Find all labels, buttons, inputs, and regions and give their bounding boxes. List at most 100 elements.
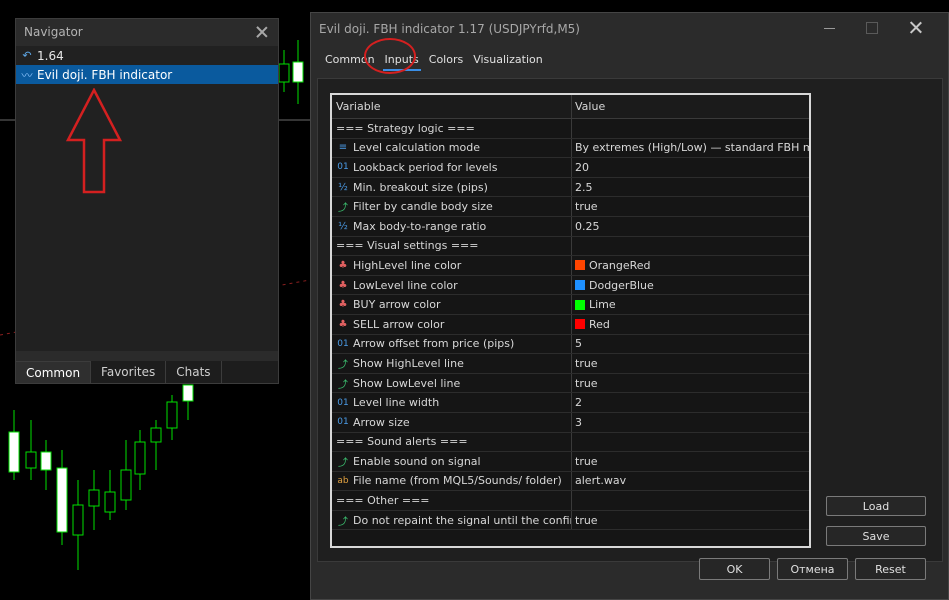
variable-cell: ≡ Level calculation mode	[332, 138, 572, 158]
tab-colors[interactable]: Colors	[427, 53, 465, 71]
integer-icon: 01	[337, 397, 349, 408]
navigator-title: Navigator	[24, 24, 83, 39]
value-cell[interactable]: true	[572, 197, 809, 216]
variable-label: Do not repaint the signal until the conf…	[353, 513, 571, 527]
close-icon[interactable]	[907, 19, 925, 37]
variable-cell: 01 Arrow size	[332, 412, 572, 432]
table-row[interactable]: 01 Lookback period for levels 20	[332, 158, 809, 178]
navigator-item-label: 1.64	[37, 48, 64, 63]
table-row[interactable]: ♣ BUY arrow color Lime	[332, 295, 809, 315]
table-row[interactable]: ♣ SELL arrow color Red	[332, 314, 809, 335]
variable-cell: ♣ HighLevel line color	[332, 256, 572, 275]
value-cell[interactable]: 20	[572, 158, 809, 177]
value-cell[interactable]: true	[572, 452, 809, 471]
value-cell[interactable]: OrangeRed	[572, 256, 809, 275]
integer-icon: 01	[337, 417, 349, 428]
color-icon: ♣	[338, 279, 348, 291]
value-label: true	[575, 513, 598, 527]
value-cell[interactable]: DodgerBlue	[572, 276, 809, 295]
double-icon: ½	[338, 181, 348, 193]
variable-cell: === Sound alerts ===	[332, 432, 572, 452]
table-row[interactable]: ⤴ Show LowLevel line true	[332, 373, 809, 394]
table-row[interactable]: ½ Max body-to-range ratio 0.25	[332, 216, 809, 237]
integer-icon: 01	[337, 162, 349, 173]
tab-chats[interactable]: Chats	[166, 361, 222, 383]
variable-cell: ⤴ Show HighLevel line	[332, 354, 572, 373]
table-row[interactable]: 01 Arrow offset from price (pips) 5	[332, 334, 809, 355]
section-row: === Strategy logic ===	[332, 119, 809, 139]
reset-button[interactable]: Reset	[855, 558, 926, 580]
value-cell[interactable]: 3	[572, 413, 809, 432]
table-row[interactable]: ab File name (from MQL5/Sounds/ folder) al…	[332, 471, 809, 492]
color-swatch	[575, 260, 585, 271]
variable-cell: ⤴ Filter by candle body size	[332, 197, 572, 216]
tab-visualization[interactable]: Visualization	[471, 53, 544, 71]
value-cell[interactable]: true	[572, 511, 809, 530]
value-cell[interactable]: Red	[572, 315, 809, 334]
version-icon: ↶	[22, 49, 32, 62]
value-label: 2	[575, 396, 582, 410]
minimize-icon[interactable]	[821, 19, 839, 37]
annotation-arrow	[66, 88, 122, 194]
value-cell[interactable]: 2	[572, 393, 809, 412]
navigator-item-version[interactable]: ↶ 1.64	[16, 46, 278, 65]
table-row[interactable]: ⤴ Enable sound on signal true	[332, 452, 809, 472]
load-button[interactable]: Load	[826, 496, 926, 516]
variable-label: Min. breakout size (pips)	[353, 180, 488, 194]
variable-label: Show LowLevel line	[353, 376, 461, 390]
table-row[interactable]: ≡ Level calculation mode By extremes (High…	[332, 138, 809, 159]
value-cell	[572, 237, 809, 256]
variable-label: Level line width	[353, 396, 440, 410]
column-header-value: Value	[575, 100, 606, 113]
navigator-tabs: Common Favorites Chats	[16, 361, 278, 383]
variable-label: Lookback period for levels	[353, 160, 498, 174]
bool-icon: ⤴	[338, 379, 348, 391]
variable-cell: === Visual settings ===	[332, 236, 572, 256]
table-row[interactable]: ½ Min. breakout size (pips) 2.5	[332, 177, 809, 198]
table-row[interactable]: 01 Arrow size 3	[332, 412, 809, 433]
value-cell[interactable]: alert.wav	[572, 472, 809, 491]
value-cell[interactable]: true	[572, 374, 809, 393]
table-row[interactable]: ⤴ Show HighLevel line true	[332, 354, 809, 374]
cancel-button[interactable]: Отмена	[777, 558, 848, 580]
double-icon: ½	[338, 220, 348, 232]
variable-cell: === Strategy logic ===	[332, 119, 572, 138]
string-icon: ab	[337, 475, 349, 486]
value-cell[interactable]: 5	[572, 335, 809, 354]
dialog-title: Evil doji. FBH indicator 1.17 (USDJPYrfd…	[319, 22, 580, 36]
maximize-icon[interactable]	[863, 19, 881, 37]
ok-button[interactable]: OK	[699, 558, 770, 580]
variable-label: LowLevel line color	[353, 278, 458, 292]
variable-cell: ♣ LowLevel line color	[332, 275, 572, 295]
close-icon[interactable]	[254, 24, 270, 40]
variable-cell: ⤴ Do not repaint the signal until the con…	[332, 510, 572, 530]
color-swatch	[575, 280, 585, 291]
dialog-tabs: Common Inputs Colors Visualization	[323, 53, 551, 71]
value-label: true	[575, 356, 598, 370]
table-row[interactable]: ⤴ Do not repaint the signal until the con…	[332, 510, 809, 531]
variable-cell: 01 Level line width	[332, 393, 572, 412]
save-button[interactable]: Save	[826, 526, 926, 546]
variable-label: Level calculation mode	[353, 141, 480, 155]
table-row[interactable]: ⤴ Filter by candle body size true	[332, 197, 809, 217]
variable-label: Max body-to-range ratio	[353, 219, 487, 233]
value-label: 0.25	[575, 219, 600, 233]
variable-label: === Strategy logic ===	[336, 121, 475, 135]
value-cell[interactable]: By extremes (High/Low) — standard FBH mo…	[572, 139, 809, 158]
variable-cell: === Other ===	[332, 491, 572, 510]
value-label: 2.5	[575, 180, 593, 194]
value-cell[interactable]: Lime	[572, 295, 809, 314]
navigator-header: Navigator	[16, 19, 278, 44]
tab-favorites[interactable]: Favorites	[91, 361, 167, 383]
table-row[interactable]: ♣ LowLevel line color DodgerBlue	[332, 275, 809, 296]
navigator-item-indicator[interactable]: 〰 Evil doji. FBH indicator	[16, 65, 278, 84]
value-cell[interactable]: 2.5	[572, 178, 809, 197]
annotation-circle	[364, 38, 416, 74]
value-cell[interactable]: true	[572, 354, 809, 373]
table-row[interactable]: ♣ HighLevel line color OrangeRed	[332, 256, 809, 276]
color-swatch	[575, 319, 585, 330]
table-row[interactable]: 01 Level line width 2	[332, 393, 809, 413]
tab-common[interactable]: Common	[16, 361, 92, 383]
navigator-panel: Navigator ↶ 1.64 〰 Evil doji. FBH indica…	[15, 18, 279, 384]
value-cell[interactable]: 0.25	[572, 217, 809, 236]
